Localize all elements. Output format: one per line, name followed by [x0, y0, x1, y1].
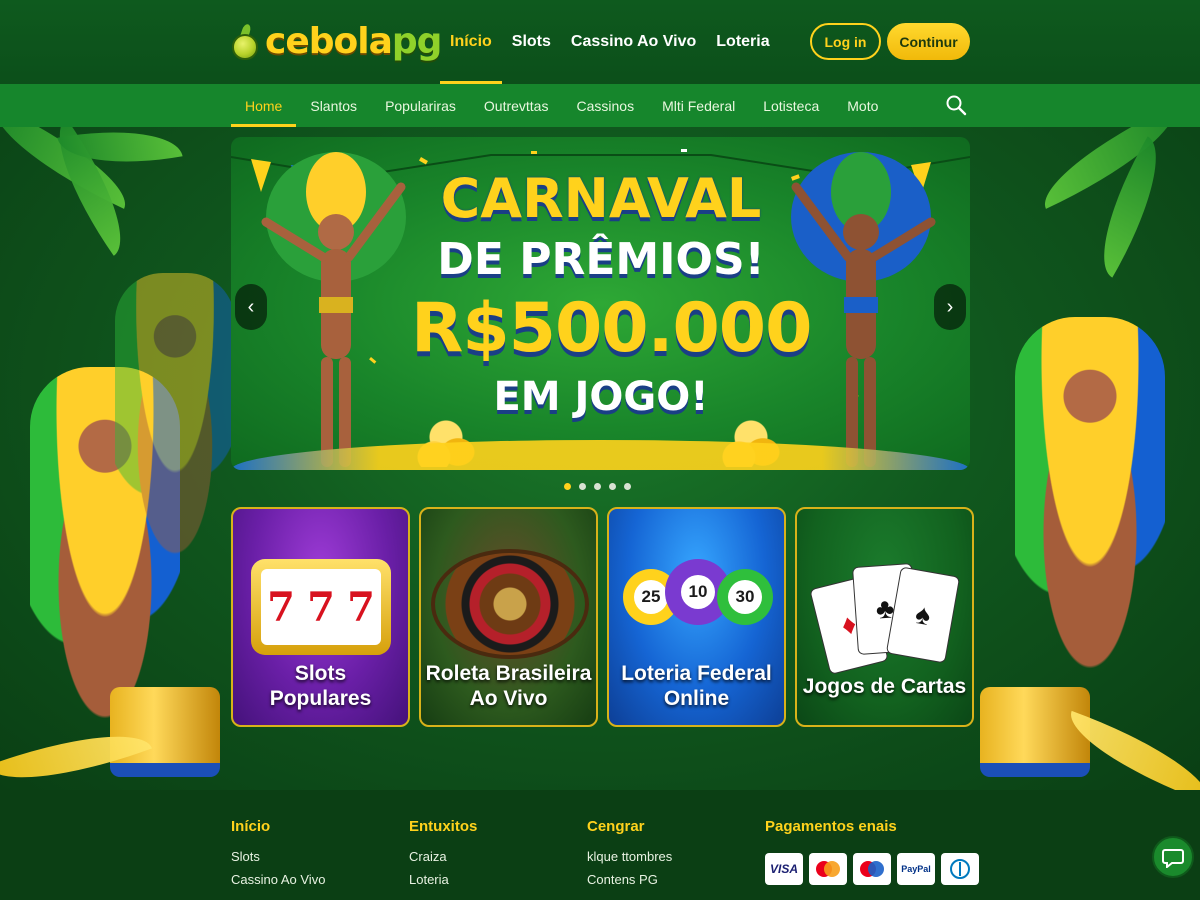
- continue-button[interactable]: Continur: [887, 23, 970, 60]
- subnav-home[interactable]: Home: [231, 84, 297, 127]
- card-label: Slots Populares: [269, 662, 372, 710]
- card-label: Loteria Federal Online: [621, 662, 772, 710]
- drum-decoration: [110, 687, 220, 777]
- brand-wordmark: cebolapg: [265, 21, 442, 62]
- diners-club-icon: [941, 853, 979, 885]
- footer-col-cengrar: Cengrar klque ttombres Contens PG: [587, 818, 672, 895]
- subnav-cassinos[interactable]: Cassinos: [562, 84, 648, 127]
- card-jogos-de-cartas[interactable]: ♦ ♣ ♠ Jogos de Cartas: [795, 507, 974, 727]
- mastercard-icon: [853, 853, 891, 885]
- subnav-mlti-federal[interactable]: Mlti Federal: [648, 84, 749, 127]
- card-slots-populares[interactable]: 777 Slots Populares: [231, 507, 410, 727]
- onion-icon: [231, 23, 259, 60]
- footer-col-inicio: Início Slots Cassino Ao Vivo: [231, 818, 325, 895]
- brand-logo[interactable]: cebolapg: [231, 14, 442, 70]
- paypal-icon: PayPal: [897, 853, 935, 885]
- footer-col-pagamentos: Pagamentos enais: [765, 818, 897, 849]
- carousel-dot[interactable]: [579, 483, 586, 490]
- carousel-next-button[interactable]: ›: [934, 284, 966, 330]
- card-label: Roleta Brasileira Ao Vivo: [425, 662, 592, 710]
- main-nav-slots[interactable]: Slots: [502, 0, 561, 84]
- carousel-dot[interactable]: [624, 483, 631, 490]
- footer-col-entuxitos: Entuxitos Craiza Loteria: [409, 818, 477, 895]
- dancer-illustration: [1015, 317, 1165, 677]
- banner-prize-amount: R$500.000: [411, 289, 812, 368]
- banner-title-carnaval: CARNAVAL: [440, 167, 762, 230]
- visa-icon: VISA: [765, 853, 803, 885]
- chevron-right-icon: ›: [946, 295, 954, 318]
- dancer-illustration: [115, 273, 235, 561]
- footer-heading: Pagamentos enais: [765, 818, 897, 835]
- footer-link[interactable]: Slots: [231, 849, 325, 864]
- login-button[interactable]: Log in: [810, 23, 881, 60]
- game-category-cards: 777 Slots Populares Roleta Brasileira Ao…: [231, 507, 974, 727]
- carousel-dot[interactable]: [564, 483, 571, 490]
- sub-nav: Home Slantos Populariras Outrevttas Cass…: [0, 84, 1200, 127]
- banner-title-premios: DE PRÊMIOS!: [437, 234, 765, 285]
- chevron-left-icon: ‹: [247, 295, 255, 318]
- footer-link[interactable]: klque ttombres: [587, 849, 672, 864]
- subnav-lotisteca[interactable]: Lotisteca: [749, 84, 833, 127]
- roulette-wheel-icon: [431, 549, 589, 659]
- palm-leaf-decoration: [1029, 127, 1191, 209]
- footer-heading: Cengrar: [587, 818, 645, 835]
- card-label: Jogos de Cartas: [802, 675, 967, 698]
- payment-methods: VISA PayPal: [765, 853, 979, 885]
- mastercard-icon: [809, 853, 847, 885]
- footer-link[interactable]: Cassino Ao Vivo: [231, 872, 325, 887]
- promo-carousel[interactable]: CARNAVAL DE PRÊMIOS! R$500.000 EM JOGO! …: [231, 137, 970, 470]
- main-nav-cassino-ao-vivo[interactable]: Cassino Ao Vivo: [561, 0, 706, 84]
- footer-heading: Início: [231, 818, 271, 835]
- carousel-pagination: [564, 483, 631, 490]
- drum-decoration: [980, 687, 1090, 777]
- dancer-illustration: [261, 152, 406, 467]
- footer-link[interactable]: Loteria: [409, 872, 477, 887]
- main-nav: Início Slots Cassino Ao Vivo Loteria: [440, 0, 780, 84]
- footer-heading: Entuxitos: [409, 818, 478, 835]
- carousel-prev-button[interactable]: ‹: [235, 284, 267, 330]
- subnav-moto[interactable]: Moto: [833, 84, 892, 127]
- main-nav-inicio[interactable]: Início: [440, 0, 502, 84]
- subnav-outrevttas[interactable]: Outrevttas: [470, 84, 563, 127]
- carousel-dot[interactable]: [594, 483, 601, 490]
- subnav-populariras[interactable]: Populariras: [371, 84, 470, 127]
- subnav-slantos[interactable]: Slantos: [296, 84, 371, 127]
- chat-bubble-icon[interactable]: [1152, 836, 1194, 878]
- main-nav-loteria[interactable]: Loteria: [706, 0, 779, 84]
- carousel-dot[interactable]: [609, 483, 616, 490]
- banner-title-em-jogo: EM JOGO!: [493, 374, 709, 420]
- slot-machine-icon: 777: [251, 559, 391, 655]
- card-roleta-brasileira[interactable]: Roleta Brasileira Ao Vivo: [419, 507, 598, 727]
- card-loteria-federal[interactable]: 25 10 30 Loteria Federal Online: [607, 507, 786, 727]
- top-header: cebolapg Início Slots Cassino Ao Vivo Lo…: [0, 0, 1200, 84]
- footer-link[interactable]: Craiza: [409, 849, 477, 864]
- lottery-ball-icon: 30: [717, 569, 773, 625]
- footer-link[interactable]: Contens PG: [587, 872, 672, 887]
- search-icon[interactable]: [944, 93, 968, 117]
- site-footer: Início Slots Cassino Ao Vivo Entuxitos C…: [0, 790, 1200, 900]
